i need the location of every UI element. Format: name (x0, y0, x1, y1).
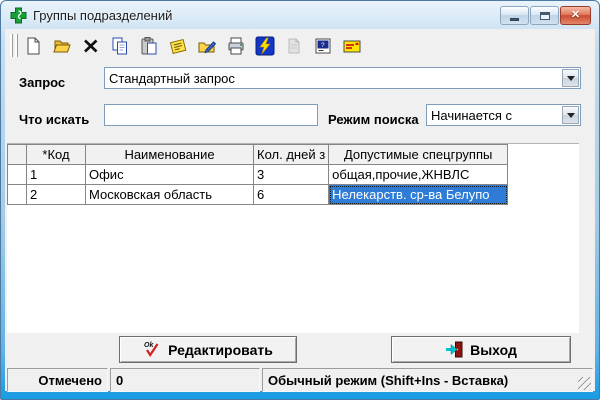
days-cell[interactable]: 6 (252, 184, 330, 205)
svg-text:Ok: Ok (144, 342, 154, 349)
grid-header-row: *Код Наименование Кол. дней з Допустимые… (7, 144, 509, 165)
sign-document-icon[interactable] (197, 35, 217, 56)
table-row[interactable]: 2 Московская область 6 Нелекарств. ср-ва… (7, 184, 509, 205)
toolbar-gripper[interactable] (10, 34, 20, 57)
chevron-down-icon (566, 75, 575, 81)
status-mode-panel: Обычный режим (Shift+Ins - Вставка) (262, 368, 593, 392)
edit-note-icon[interactable] (168, 35, 188, 56)
window-title: Группы подразделений (33, 7, 173, 23)
marked-count: 0 (116, 372, 124, 388)
paste-icon[interactable] (139, 35, 159, 56)
search-mode-label: Режим поиска (328, 112, 419, 127)
data-grid: *Код Наименование Кол. дней з Допустимые… (7, 143, 579, 333)
delete-x-icon[interactable] (81, 35, 101, 56)
name-cell[interactable]: Московская область (85, 184, 254, 205)
search-input[interactable] (104, 104, 318, 126)
query-value: Стандартный запрос (109, 70, 235, 86)
new-document-icon[interactable] (23, 35, 43, 56)
status-marked-value-panel: 0 (110, 368, 260, 392)
print-secondary-icon (284, 35, 304, 56)
titlebar[interactable]: Группы подразделений ✕ (1, 1, 599, 29)
status-marked-label-panel: Отмечено (7, 368, 108, 392)
code-cell[interactable]: 1 (26, 164, 86, 185)
column-header-indicator[interactable] (7, 144, 27, 165)
column-header-specgroups[interactable]: Допустимые спецгруппы (328, 144, 509, 165)
mail-icon[interactable] (342, 35, 362, 56)
toolbar: ? (5, 29, 595, 62)
query-combobox[interactable]: Стандартный запрос (104, 67, 581, 89)
search-mode-dropdown-button[interactable] (562, 106, 579, 124)
status-mode-text: Обычный режим (Shift+Ins - Вставка) (268, 372, 509, 388)
exit-door-icon (446, 341, 463, 358)
row-indicator-cell[interactable] (7, 184, 27, 205)
specgroups-cell[interactable]: общая,прочие,ЖНВЛС (328, 164, 509, 185)
chevron-down-icon (566, 112, 575, 118)
status-bar: Отмечено 0 Обычный режим (Shift+Ins - Вс… (7, 368, 593, 392)
execute-lightning-icon[interactable] (255, 35, 275, 56)
specgroups-cell-selected[interactable]: Нелекарств. ср-ва Белупо (328, 184, 509, 205)
print-icon[interactable] (226, 35, 246, 56)
row-indicator-cell[interactable] (7, 164, 27, 185)
column-header-name[interactable]: Наименование (85, 144, 254, 165)
name-cell[interactable]: Офис (85, 164, 254, 185)
query-dropdown-button[interactable] (562, 69, 579, 87)
client-area: ? Запрос Стандартный запрос Что искать Р… (5, 29, 595, 392)
exit-button[interactable]: Выход (391, 336, 571, 363)
svg-text:?: ? (321, 42, 325, 49)
search-label: Что искать (19, 112, 90, 127)
table-row[interactable]: 1 Офис 3 общая,прочие,ЖНВЛС (7, 164, 509, 185)
code-cell[interactable]: 2 (26, 184, 86, 205)
search-mode-value: Начинается с (431, 107, 513, 123)
pharmacy-cross-icon (10, 7, 27, 23)
resize-grip[interactable] (578, 377, 591, 390)
close-button[interactable]: ✕ (560, 6, 591, 25)
maximize-icon (539, 11, 550, 20)
column-header-days[interactable]: Кол. дней з (252, 144, 330, 165)
open-folder-icon[interactable] (52, 35, 72, 56)
copy-icon[interactable] (110, 35, 130, 56)
ok-checkmark-icon: Ok (144, 342, 159, 358)
search-mode-combobox[interactable]: Начинается с (426, 104, 581, 126)
report-icon[interactable]: ? (313, 35, 333, 56)
days-cell[interactable]: 3 (252, 164, 330, 185)
app-window: Группы подразделений ✕ ? Запрос Стандарт… (0, 0, 600, 400)
exit-button-label: Выход (470, 341, 517, 358)
edit-button[interactable]: Ok Редактировать (119, 336, 297, 363)
minimize-icon (510, 17, 519, 21)
close-icon: ✕ (570, 9, 581, 21)
minimize-button[interactable] (500, 6, 529, 25)
edit-button-label: Редактировать (168, 341, 273, 358)
column-header-code[interactable]: *Код (26, 144, 86, 165)
query-label: Запрос (19, 75, 66, 90)
maximize-button[interactable] (530, 6, 559, 25)
